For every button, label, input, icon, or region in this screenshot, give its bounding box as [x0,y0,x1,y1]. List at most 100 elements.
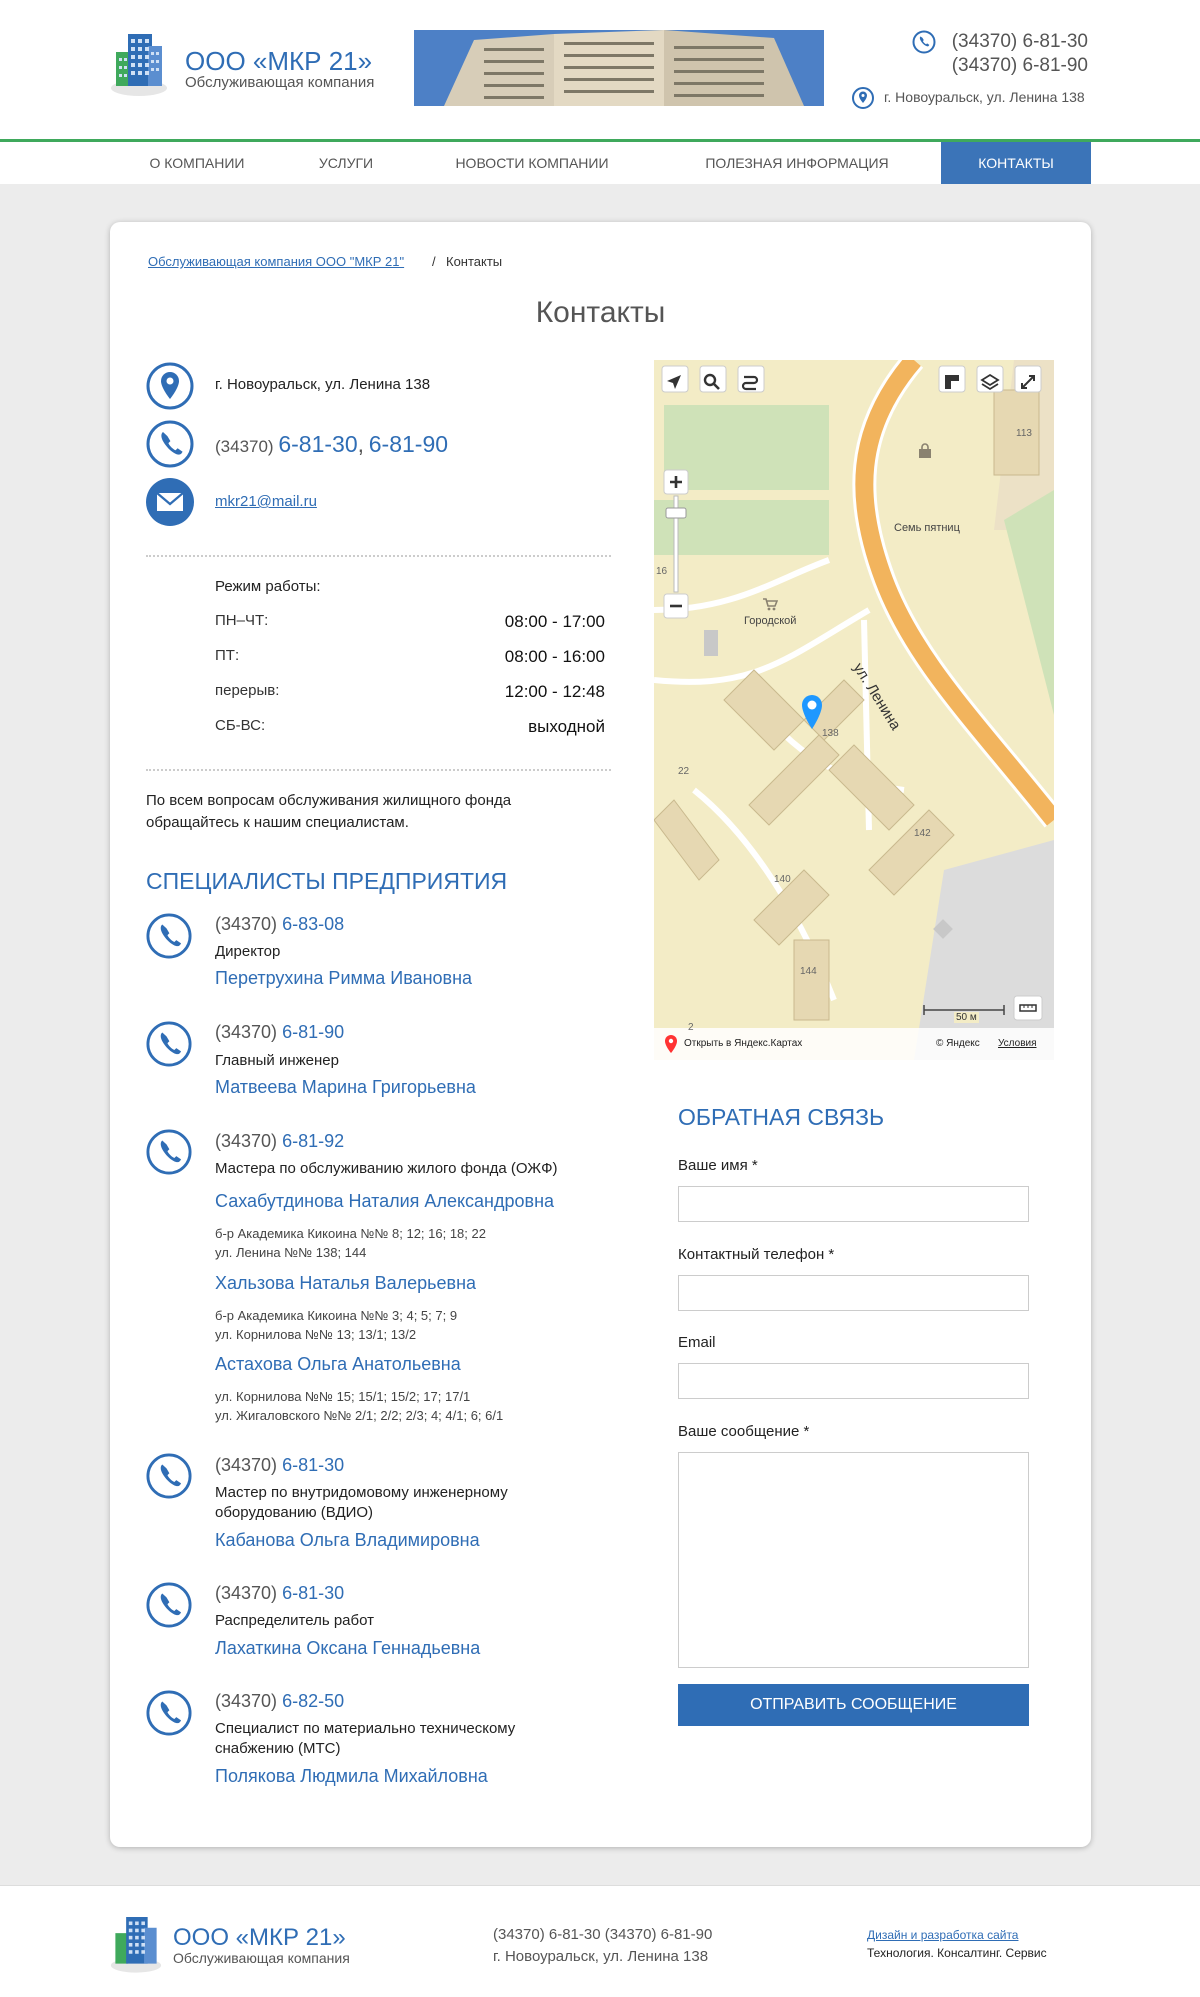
specialist-role: Мастер по внутридомовому инженерному обор… [215,1483,615,1523]
breadcrumb-home-link[interactable]: Обслуживающая компания ООО "МКР 21" [148,254,404,269]
schedule-day: СБ-ВС: [215,717,266,734]
specialist-name[interactable]: Матвеева Марина Григорьевна [215,1077,476,1098]
phone-prefix: (34370) [215,914,278,934]
role-line: оборудованию (ВДИО) [215,1504,374,1521]
submit-button[interactable]: ОТПРАВИТЬ СООБЩЕНИЕ [678,1684,1029,1726]
message-label: Ваше сообщение * [678,1423,810,1440]
nav-item-news[interactable]: НОВОСТИ КОМПАНИИ [436,142,628,184]
map-terms-link[interactable]: Условия [998,1038,1037,1049]
role-line: Мастер по внутридомовому инженерному [215,1484,508,1501]
main-nav: О КОМПАНИИ УСЛУГИ НОВОСТИ КОМПАНИИ ПОЛЕЗ… [0,142,1200,184]
phone-label: Контактный телефон * [678,1246,835,1263]
footer-phones[interactable]: (34370) 6-81-30 (34370) 6-81-90 [493,1926,712,1943]
building-logo-icon[interactable] [110,30,168,96]
map-label: 138 [822,728,839,739]
search-icon[interactable] [702,372,722,392]
developer-link[interactable]: Дизайн и разработка сайта [867,1928,1018,1942]
specialist-role: Главный инженер [215,1052,339,1069]
specialist-role: Директор [215,943,281,960]
phone-icon [146,1690,192,1736]
contact-phone-prefix: (34370) [215,437,274,456]
phone-input[interactable] [678,1275,1029,1311]
phone-prefix: (34370) [215,1583,278,1603]
zoom-in-icon[interactable] [666,472,686,492]
developer-name: Технология. Консалтинг. Сервис [867,1946,1047,1960]
phone-number-link[interactable]: 6-81-92 [282,1131,344,1151]
area-line: б-р Академика Кикоина №№ 3; 4; 5; 7; 9 [215,1308,458,1323]
message-textarea[interactable] [678,1452,1029,1668]
schedule-time: 08:00 - 16:00 [504,647,605,666]
map-label: 113 [1016,428,1032,439]
specialist-area: б-р Академика Кикоина №№ 3; 4; 5; 7; 9 ул… [215,1306,457,1344]
header-phones: (34370) 6-81-30 (34370) 6-81-90 [944,30,1088,78]
fullscreen-icon[interactable] [1018,372,1038,392]
specialist-name[interactable]: Перетрухина Римма Ивановна [215,968,472,989]
phone-number-link[interactable]: 6-81-30 [282,1583,344,1603]
zoom-out-icon[interactable] [666,596,686,616]
specialist-name[interactable]: Полякова Людмила Михайловна [215,1766,488,1787]
map-label: 2 [688,1022,694,1033]
specialist-name[interactable]: Кабанова Ольга Владимировна [215,1530,480,1551]
specialists-title: СПЕЦИАЛИСТЫ ПРЕДПРИЯТИЯ [146,868,508,894]
contact-phone-b[interactable]: 6-81-90 [369,431,448,457]
email-input[interactable] [678,1363,1029,1399]
nav-item-useful-info[interactable]: ПОЛЕЗНАЯ ИНФОРМАЦИЯ [690,142,904,184]
role-line: снабжению (МТС) [215,1740,341,1757]
route-icon[interactable] [740,372,760,392]
footer-address: г. Новоуральск, ул. Ленина 138 [493,1948,709,1965]
map-label: Городской [744,615,797,627]
specialist-name[interactable]: Астахова Ольга Анатольевна [215,1354,461,1375]
geolocation-icon[interactable] [664,372,684,392]
phone-number-link[interactable]: 6-82-50 [282,1691,344,1711]
map-label: 22 [678,766,690,777]
map-scale: 50 м [954,1012,979,1023]
phone-number-link[interactable]: 6-83-08 [282,914,344,934]
cart-icon [763,598,778,611]
nav-item-services[interactable]: УСЛУГИ [300,142,392,184]
schedule-row: ПН–ЧТ: 08:00 - 17:00 [215,612,605,631]
contact-address: г. Новоуральск, ул. Ленина 138 [215,376,431,393]
phone-number-link[interactable]: 6-81-90 [282,1022,344,1042]
schedule-row: ПТ: 08:00 - 16:00 [215,647,605,666]
header-phone-1[interactable]: (34370) 6-81-30 [944,30,1088,54]
site-footer: ООО «МКР 21» Обслуживающая компания (343… [0,1885,1200,1997]
schedule-day: ПН–ЧТ: [215,612,269,629]
location-pin-icon [146,362,194,410]
breadcrumb-separator: / [432,254,436,269]
layers-icon[interactable] [980,372,1000,392]
specialist-name[interactable]: Сахабутдинова Наталия Александровна [215,1191,554,1212]
specialist-name[interactable]: Лахаткина Оксана Геннадьевна [215,1638,480,1659]
nav-item-contacts[interactable]: КОНТАКТЫ [941,142,1091,184]
ruler-icon[interactable] [1018,1000,1038,1016]
email-label: Email [678,1334,716,1351]
yandex-pin-icon [665,1035,677,1053]
specialist-role: Распределитель работ [215,1612,374,1629]
contact-email-link[interactable]: mkr21@mail.ru [215,493,317,510]
footer-brand-name[interactable]: ООО «МКР 21» [173,1924,346,1952]
contact-phones: (34370) 6-81-30, 6-81-90 [215,431,448,458]
schedule-time: выходной [528,717,605,736]
map-marker-icon[interactable] [800,694,824,730]
area-line: ул. Корнилова №№ 15; 15/1; 15/2; 17; 17/… [215,1389,471,1404]
phone-icon [146,1129,192,1175]
phone-prefix: (34370) [215,1131,278,1151]
yandex-map[interactable]: 113 Семь пятниц 16 Городской ул. Ленина … [654,360,1054,1060]
building-logo-icon[interactable] [110,1913,162,1973]
map-label: Семь пятниц [894,522,960,534]
specialist-name[interactable]: Хальзова Наталья Валерьевна [215,1273,476,1294]
phone-icon [912,30,936,54]
specialist-area: ул. Корнилова №№ 15; 15/1; 15/2; 17; 17/… [215,1387,503,1425]
brand-name[interactable]: ООО «МКР 21» [185,46,372,77]
specialist-phone: (34370) 6-81-92 [215,1131,344,1152]
contact-phone-a[interactable]: 6-81-30 [278,431,357,457]
brand-subtitle: Обслуживающая компания [185,74,375,91]
nav-item-about[interactable]: О КОМПАНИИ [130,142,264,184]
traffic-icon[interactable] [942,372,962,392]
schedule-row: перерыв: 12:00 - 12:48 [215,682,605,701]
name-input[interactable] [678,1186,1029,1222]
header-phone-2[interactable]: (34370) 6-81-90 [944,54,1088,78]
phone-number-link[interactable]: 6-81-30 [282,1455,344,1475]
phone-icon [146,1582,192,1628]
map-label: 142 [914,828,931,839]
open-in-yandex-maps-link[interactable]: Открыть в Яндекс.Картах [684,1038,802,1049]
